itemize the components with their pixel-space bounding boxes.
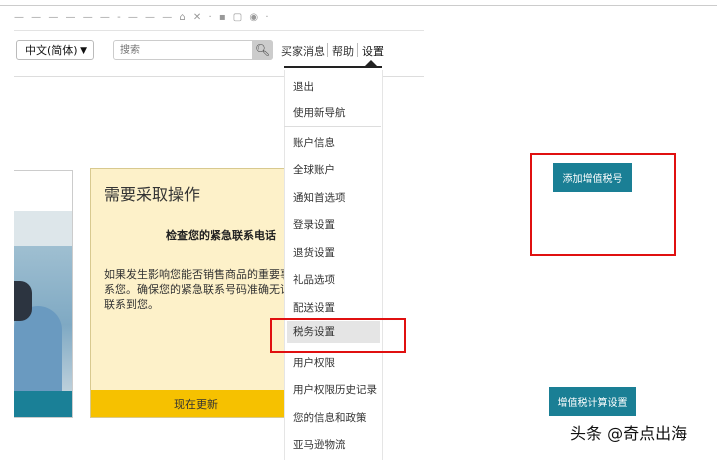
menu-top-border [284, 66, 382, 68]
menu-item-global-accounts[interactable]: 全球账户 [293, 162, 335, 177]
card-body: 如果发生影响您能否销售商品的重要事件，我们会联系您。确保您的紧急联系号码准确无误… [104, 268, 300, 311]
update-now-button[interactable]: 现在更新 [91, 390, 299, 417]
person-head [14, 281, 32, 321]
help-link[interactable]: 帮助 [332, 43, 354, 59]
watermark: 头条 @奇点出海 [570, 424, 688, 443]
promo-image [14, 211, 72, 401]
menu-item-fba[interactable]: 亚马逊物流 [293, 437, 346, 452]
highlight-box-tax-settings [270, 318, 406, 353]
menu-item-permission-history[interactable]: 用户权限历史记录 [293, 382, 377, 397]
language-value: 中文(简体) [25, 44, 78, 57]
menu-divider [284, 126, 381, 127]
menu-item-account-info[interactable]: 账户信息 [293, 135, 335, 150]
promo-button[interactable] [14, 391, 72, 417]
promo-card [14, 170, 73, 418]
search-input[interactable] [113, 40, 273, 60]
menu-item-shipping-settings[interactable]: 配送设置 [293, 300, 335, 315]
window-top-border [0, 5, 717, 6]
menu-item-return-settings[interactable]: 退货设置 [293, 245, 335, 260]
menu-item-logout[interactable]: 退出 [293, 79, 314, 94]
menu-item-gift-options[interactable]: 礼品选项 [293, 272, 335, 287]
menu-item-user-permissions[interactable]: 用户权限 [293, 355, 335, 370]
search-icon: 🔍︎ [254, 43, 271, 57]
card-title: 需要采取操作 [104, 185, 201, 204]
vat-calculation-settings-button[interactable]: 增值税计算设置 [549, 387, 636, 416]
action-required-card: 需要采取操作 检查您的紧急联系电话 如果发生影响您能否销售商品的重要事件，我们会… [90, 168, 300, 418]
divider [327, 43, 328, 57]
menu-caret-icon [365, 60, 377, 66]
divider [14, 30, 424, 31]
language-select[interactable]: 中文(简体) ▼ [16, 40, 94, 60]
menu-item-notification-prefs[interactable]: 通知首选项 [293, 190, 346, 205]
menu-item-login-settings[interactable]: 登录设置 [293, 217, 335, 232]
settings-dropdown-menu: 退出 使用新导航 账户信息 全球账户 通知首选项 登录设置 退货设置 礼品选项 … [284, 70, 383, 460]
add-vat-number-button[interactable]: 添加增值税号 [553, 163, 632, 192]
divider [357, 43, 358, 57]
buyer-messages-link[interactable]: 买家消息 [281, 43, 325, 59]
card-subtitle: 检查您的紧急联系电话 [166, 229, 276, 242]
search-button[interactable]: 🔍︎ [252, 40, 273, 60]
browser-toolbar: — — — — — — - — — — ⌂ ✕ · ▪ ▢ ◉ · [14, 12, 271, 23]
chevron-down-icon: ▼ [80, 46, 87, 56]
menu-item-info-policies[interactable]: 您的信息和政策 [293, 410, 367, 425]
menu-item-new-nav[interactable]: 使用新导航 [293, 105, 346, 120]
settings-link[interactable]: 设置 [362, 43, 384, 59]
